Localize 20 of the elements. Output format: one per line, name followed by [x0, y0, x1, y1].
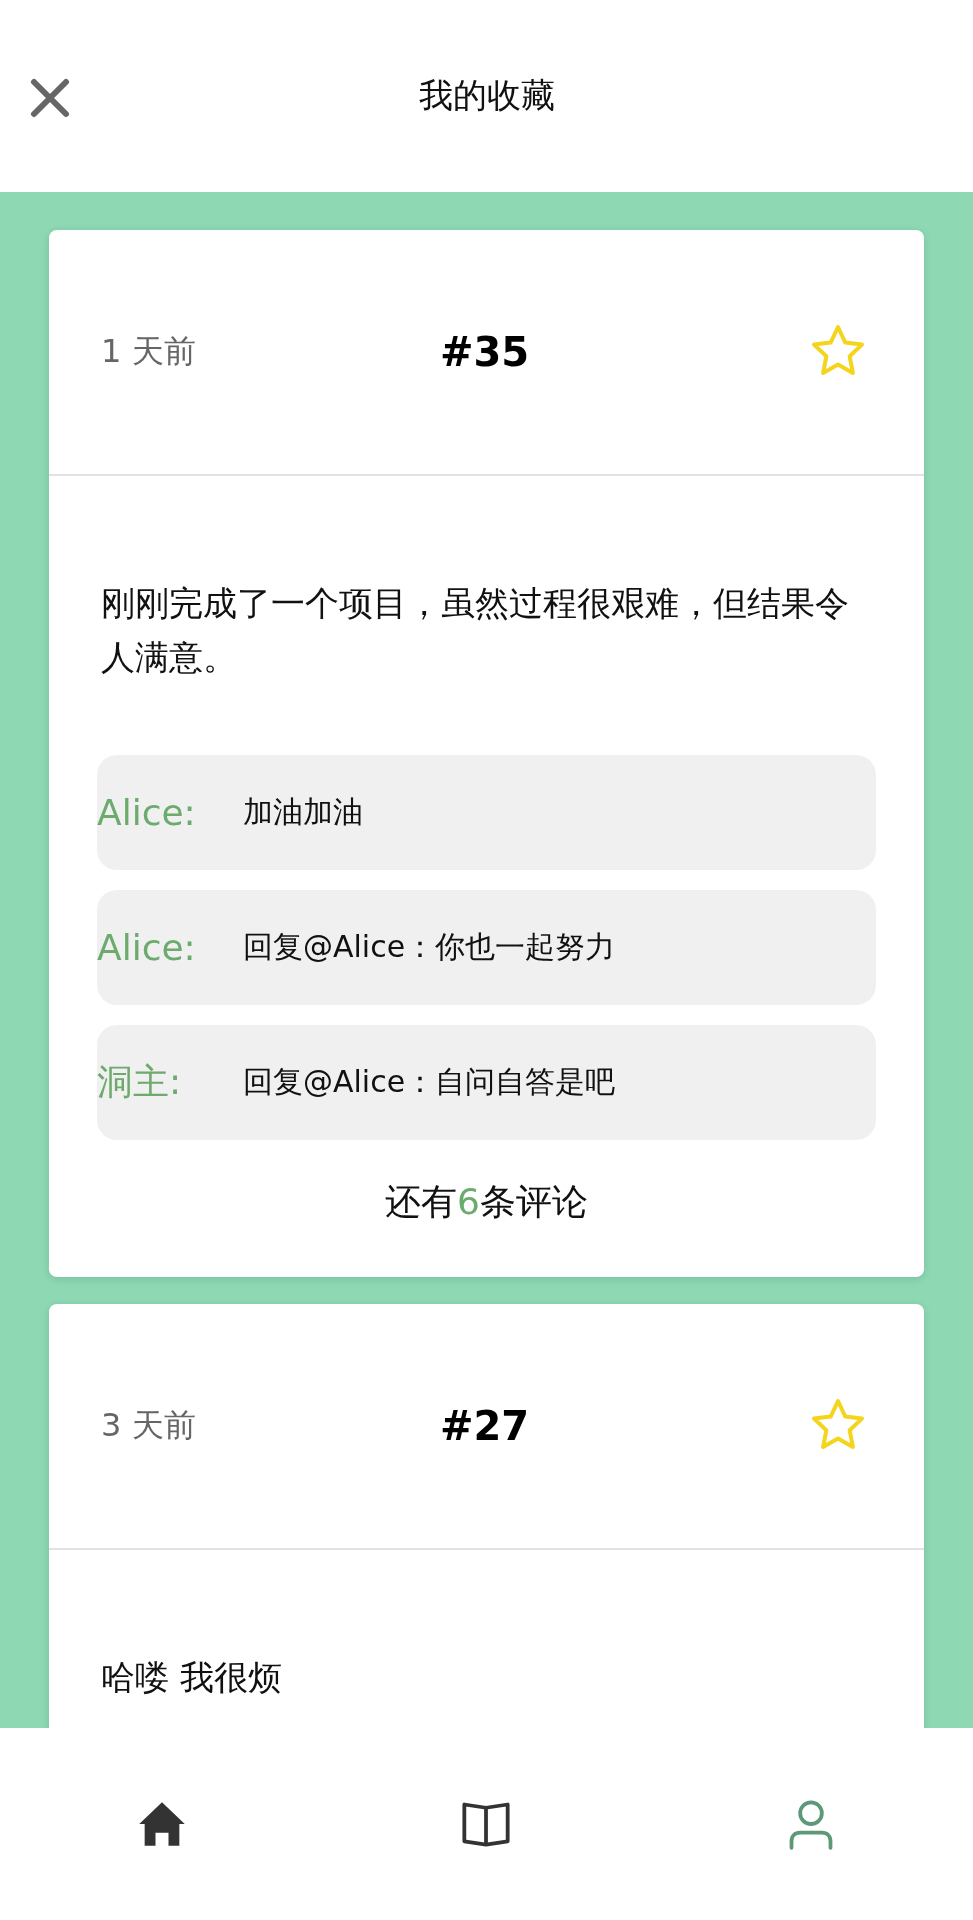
post-number: #27: [439, 1402, 530, 1449]
post-time: 1 天前: [101, 331, 197, 372]
comment-author: 洞主:: [97, 1059, 183, 1104]
comment-author: Alice:: [97, 791, 197, 833]
comment-text: 加油加油: [243, 792, 363, 831]
post-time: 3 天前: [101, 1404, 197, 1446]
more-comments-link[interactable]: 还有6条评论: [385, 1167, 588, 1247]
post-text: 刚刚完成了一个项目，虽然过程很艰难，但结果令人满意。: [100, 582, 850, 680]
comment-text: 回复@Alice：你也一起努力: [243, 927, 616, 966]
comment-bubble[interactable]: Alice: 回复@Alice：你也一起努力: [97, 889, 876, 1005]
comment-bubble[interactable]: Alice: 加油加油: [97, 754, 876, 870]
page-title: 我的收藏: [418, 74, 555, 117]
comment-text: 回复@Alice：自问自答是吧: [243, 1062, 616, 1101]
post-text: 哈喽 我很烦: [100, 1655, 283, 1699]
post-number: #35: [439, 329, 530, 375]
post-card[interactable]: 3 天前 #27 哈喽 我很烦: [49, 1303, 924, 1728]
comment-author: Alice:: [97, 926, 197, 968]
comment-bubble[interactable]: 洞主: 回复@Alice：自问自答是吧: [97, 1024, 876, 1140]
close-icon[interactable]: [30, 78, 70, 118]
post-card[interactable]: 1 天前 #35 刚刚完成了一个项目，虽然过程很艰难，但结果令人满意。 Alice: 加油加油 Alice: 回复@Alice：你也一起努力 洞主: 回复@Alice：自问自答是吧 还有6条评论: [49, 230, 924, 1277]
